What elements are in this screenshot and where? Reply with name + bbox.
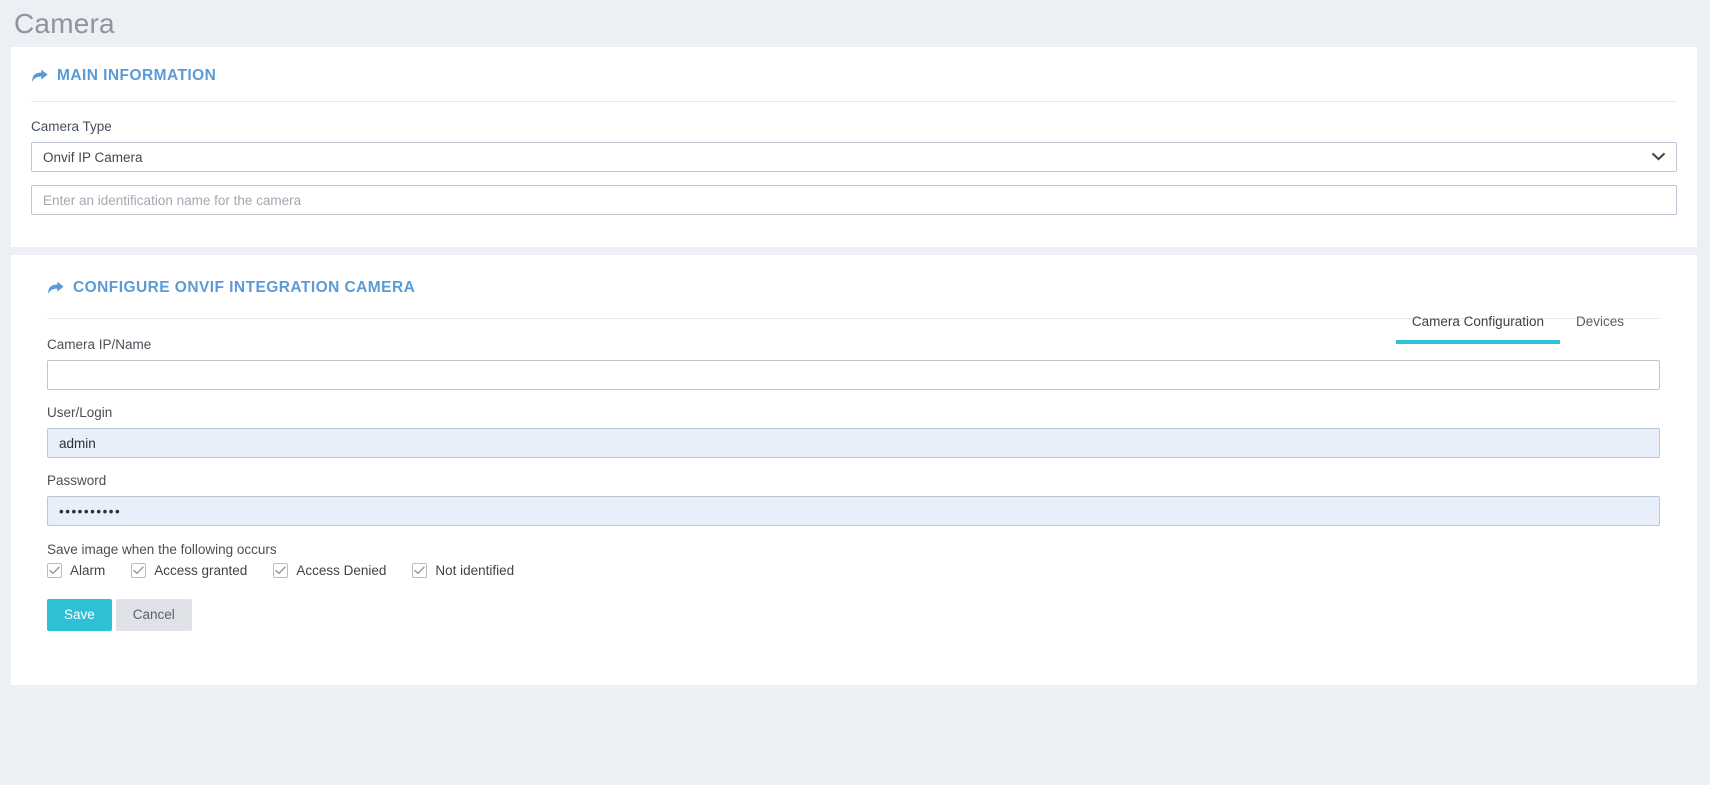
checkbox-item-access-denied[interactable]: Access Denied (273, 563, 386, 578)
checkbox-label-not-identified: Not identified (435, 563, 515, 578)
main-information-header: MAIN INFORMATION (31, 67, 1677, 85)
user-login-label: User/Login (47, 405, 113, 420)
tab-devices[interactable]: Devices (1560, 310, 1640, 344)
camera-ip-input[interactable] (47, 360, 1660, 390)
save-button[interactable]: Save (47, 599, 112, 631)
main-information-divider (31, 101, 1677, 102)
page-title: Camera (14, 8, 115, 39)
save-image-label: Save image when the following occurs (47, 542, 277, 557)
camera-type-select[interactable]: Onvif IP Camera (31, 142, 1677, 172)
password-input[interactable] (47, 496, 1660, 526)
tab-camera-configuration[interactable]: Camera Configuration (1395, 310, 1560, 344)
checkbox-not-identified[interactable] (412, 563, 428, 578)
form-actions: Save Cancel (47, 599, 1660, 631)
save-image-options: Alarm Access granted Access Denied Not i… (47, 563, 1660, 578)
main-information-card: MAIN INFORMATION Camera Type Onvif IP Ca… (11, 47, 1697, 247)
user-login-input[interactable] (47, 428, 1660, 458)
checkbox-label-access-denied: Access Denied (296, 563, 387, 578)
check-icon (414, 566, 426, 575)
checkbox-item-access-granted[interactable]: Access granted (131, 563, 247, 578)
checkbox-item-alarm[interactable]: Alarm (47, 563, 105, 578)
password-label: Password (47, 473, 107, 488)
check-icon (275, 566, 287, 575)
onvif-section-title: CONFIGURE ONVIF INTEGRATION CAMERA (73, 279, 416, 296)
onvif-configuration-card: CONFIGURE ONVIF INTEGRATION CAMERA Camer… (11, 255, 1697, 685)
checkbox-label-access-granted: Access granted (154, 563, 248, 578)
onvif-section-header: CONFIGURE ONVIF INTEGRATION CAMERA (47, 279, 1660, 297)
check-icon (133, 566, 145, 575)
camera-settings-page: Camera MAIN INFORMATION Camera Type Onvi… (0, 0, 1710, 785)
cancel-button[interactable]: Cancel (115, 599, 192, 631)
checkbox-access-granted[interactable] (131, 563, 147, 578)
checkbox-item-not-identified[interactable]: Not identified (412, 563, 514, 578)
onvif-tabs: Camera Configuration Devices (1395, 310, 1640, 344)
camera-type-select-wrapper: Onvif IP Camera (31, 142, 1677, 172)
checkbox-label-alarm: Alarm (70, 563, 106, 578)
main-information-title: MAIN INFORMATION (57, 67, 217, 84)
camera-type-label: Camera Type (31, 119, 112, 134)
checkbox-access-denied[interactable] (273, 563, 289, 578)
camera-name-input[interactable] (31, 185, 1677, 215)
forward-arrow-icon (47, 281, 64, 295)
check-icon (49, 566, 60, 575)
forward-arrow-icon (31, 69, 48, 83)
checkbox-alarm[interactable] (47, 563, 62, 578)
